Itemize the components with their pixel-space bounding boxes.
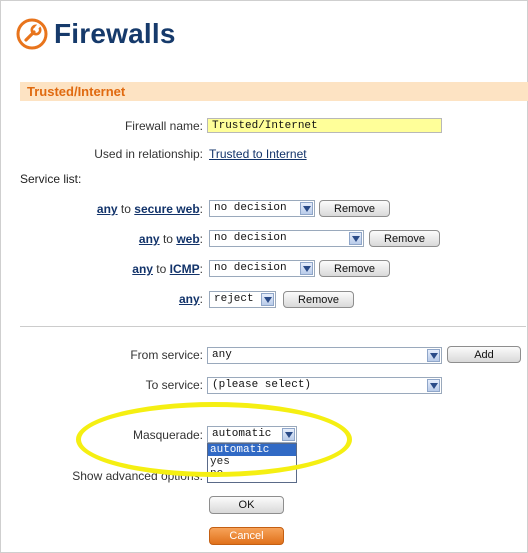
rule-decision-select[interactable]: no decision [209, 200, 315, 217]
show-advanced-label: Show advanced options: [72, 469, 203, 483]
rule-decision-value: no decision [214, 262, 287, 274]
rule-to-link[interactable]: web [176, 232, 199, 246]
chevron-down-icon[interactable] [261, 293, 274, 306]
chevron-down-icon[interactable] [282, 428, 295, 441]
chevron-down-icon[interactable] [349, 232, 362, 245]
dropdown-option[interactable]: automatic [208, 444, 296, 456]
masquerade-select[interactable]: automatic [207, 426, 297, 443]
page-title-text: Firewalls [54, 18, 176, 49]
to-service-select[interactable]: (please select) [207, 377, 442, 394]
rule-from-link[interactable]: any [139, 232, 160, 246]
dropdown-option[interactable]: yes [208, 456, 296, 468]
wrench-circle-icon [16, 18, 48, 50]
firewall-name-field[interactable]: Trusted/Internet [207, 118, 442, 133]
service-list-label: Service list: [20, 172, 82, 186]
from-service-select[interactable]: any [207, 347, 442, 364]
chevron-down-icon[interactable] [427, 379, 440, 392]
to-service-label: To service: [145, 378, 203, 392]
rule-decision-value: no decision [214, 202, 287, 214]
cancel-button[interactable]: Cancel [209, 527, 284, 545]
rule-from-link[interactable]: any [97, 202, 118, 216]
ok-button[interactable]: OK [209, 496, 284, 514]
rule-label: any to secure web: [96, 202, 203, 216]
rule-to-link[interactable]: ICMP [170, 262, 200, 276]
rule-to-link[interactable]: secure web [134, 202, 199, 216]
divider [20, 326, 526, 327]
rule-decision-value: reject [214, 293, 254, 305]
remove-button[interactable]: Remove [283, 291, 354, 308]
section-header: Trusted/Internet [20, 82, 528, 101]
rule-to-word: to [162, 232, 173, 246]
firewall-name-label: Firewall name: [124, 119, 203, 133]
remove-button[interactable]: Remove [369, 230, 440, 247]
used-in-relationship-label: Used in relationship: [94, 147, 203, 161]
to-service-value: (please select) [212, 379, 312, 391]
page-title: Firewalls [16, 14, 176, 54]
add-button[interactable]: Add [447, 346, 521, 363]
remove-button[interactable]: Remove [319, 200, 390, 217]
rule-decision-select[interactable]: no decision [209, 230, 364, 247]
rule-decision-select[interactable]: no decision [209, 260, 315, 277]
rule-to-word: to [156, 262, 167, 276]
chevron-down-icon[interactable] [427, 349, 440, 362]
masquerade-dropdown-list[interactable]: automatic yes no [207, 443, 297, 483]
rule-from-link[interactable]: any [179, 292, 200, 306]
rule-decision-value: no decision [214, 232, 287, 244]
rule-label: any: [178, 292, 203, 306]
rule-to-word: to [120, 202, 131, 216]
from-service-value: any [212, 349, 232, 361]
masquerade-label: Masquerade: [132, 428, 203, 442]
rule-label: any to ICMP: [132, 262, 203, 276]
rule-label: any to web: [138, 232, 203, 246]
dropdown-option[interactable]: no [208, 468, 296, 480]
chevron-down-icon[interactable] [300, 262, 313, 275]
remove-button[interactable]: Remove [319, 260, 390, 277]
rule-from-link[interactable]: any [132, 262, 153, 276]
rule-decision-select[interactable]: reject [209, 291, 276, 308]
from-service-label: From service: [130, 348, 203, 362]
masquerade-value: automatic [212, 428, 272, 440]
chevron-down-icon[interactable] [300, 202, 313, 215]
relationship-link[interactable]: Trusted to Internet [209, 147, 307, 161]
